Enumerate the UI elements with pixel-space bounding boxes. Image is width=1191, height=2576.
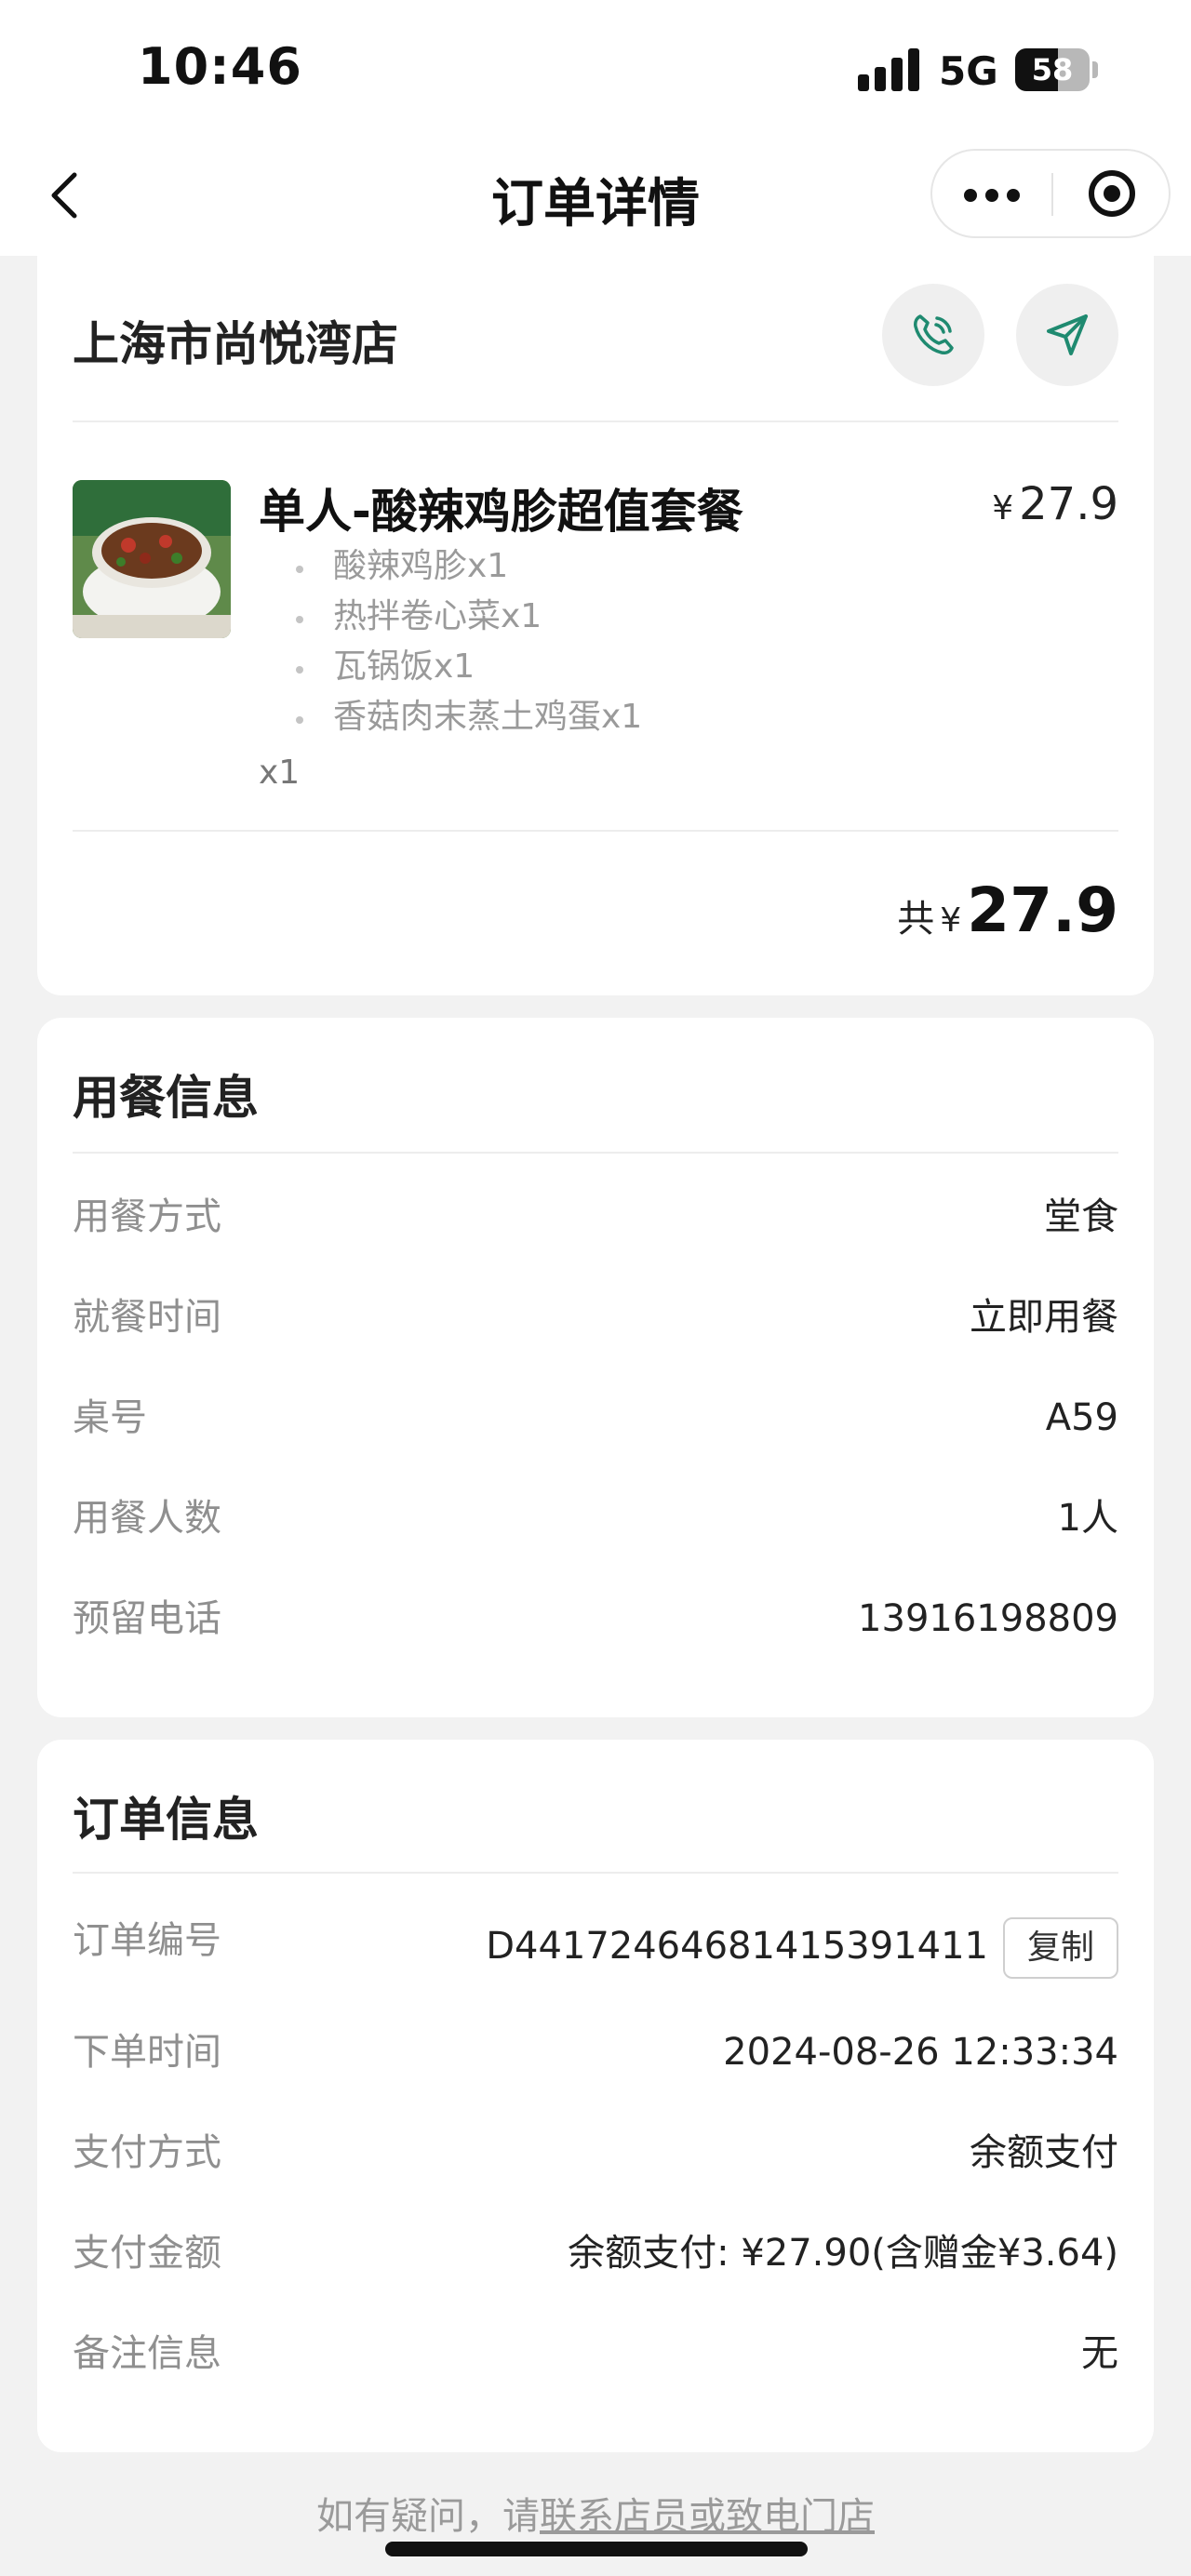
battery-text: 58 — [1031, 52, 1074, 87]
section-title: 用餐信息 — [73, 1071, 259, 1125]
row-label: 备注信息 — [73, 2332, 221, 2375]
row-label: 用餐方式 — [73, 1195, 221, 1238]
info-row-dining-mode: 用餐方式 堂食 — [73, 1189, 1118, 1245]
section-title: 订单信息 — [73, 1793, 259, 1847]
row-value: D44172464681415391411 复制 — [486, 1913, 1118, 1980]
order-total: 共 ¥27.9 — [897, 874, 1118, 949]
row-label: 支付金额 — [73, 2232, 221, 2275]
battery-cap — [1092, 61, 1098, 78]
row-label: 预留电话 — [73, 1597, 221, 1640]
row-label: 桌号 — [73, 1396, 147, 1439]
row-label: 支付方式 — [73, 2131, 221, 2174]
navigation-arrow-icon — [1047, 314, 1088, 355]
list-item: 热拌卷心菜x1 — [259, 592, 642, 642]
row-label: 下单时间 — [73, 2031, 221, 2074]
status-bar: 10:46 5G 58 — [0, 0, 1191, 140]
info-row-phone: 预留电话 13916198809 — [73, 1591, 1118, 1647]
row-value: 无 — [1081, 2332, 1118, 2375]
target-icon — [1089, 170, 1135, 217]
row-label: 就餐时间 — [73, 1296, 221, 1339]
list-item: 酸辣鸡胗x1 — [259, 541, 642, 592]
order-number: D44172464681415391411 — [486, 1925, 988, 1968]
more-button[interactable] — [932, 151, 1051, 236]
network-type: 5G — [939, 48, 998, 94]
close-mini-program-button[interactable] — [1053, 151, 1171, 236]
info-row-payment-amount: 支付金额 余额支付: ¥27.90(含赠金¥3.64) — [73, 2225, 1118, 2281]
info-row-order-time: 下单时间 2024-08-26 12:33:34 — [73, 2024, 1118, 2080]
row-value: 余额支付 — [970, 2131, 1118, 2174]
signal-icon — [858, 48, 921, 91]
home-indicator[interactable] — [385, 2542, 808, 2556]
store-name: 上海市尚悦湾店 — [73, 317, 398, 371]
contact-store-link[interactable]: 联系店员或致电门店 — [540, 2495, 875, 2538]
info-row-dining-time: 就餐时间 立即用餐 — [73, 1289, 1118, 1345]
info-row-remarks: 备注信息 无 — [73, 2326, 1118, 2382]
row-value: 余额支付: ¥27.90(含赠金¥3.64) — [568, 2232, 1118, 2275]
copy-button[interactable]: 复制 — [1002, 1917, 1118, 1979]
divider — [73, 1872, 1118, 1874]
help-note: 如有疑问，请联系店员或致电门店 — [0, 2486, 1191, 2540]
dish-name: 单人-酸辣鸡胗超值套餐 — [259, 485, 743, 539]
store-card: 上海市尚悦湾店 单人-酸辣鸡胗超值套餐 ¥27.9 酸辣鸡胗x1 热拌卷心菜x1… — [37, 244, 1154, 995]
battery-icon: 58 — [1015, 48, 1090, 91]
total-amount: 27.9 — [967, 874, 1118, 946]
total-label: 共 — [897, 898, 935, 941]
row-value: 立即用餐 — [970, 1296, 1118, 1339]
info-row-order-number: 订单编号 D44172464681415391411 复制 — [73, 1913, 1118, 1980]
info-row-party-size: 用餐人数 1人 — [73, 1490, 1118, 1546]
nav-bar: 订单详情 — [0, 140, 1191, 256]
dining-info-card: 用餐信息 用餐方式 堂食 就餐时间 立即用餐 桌号 A59 用餐人数 1人 预留… — [37, 1018, 1154, 1717]
mini-program-capsule — [930, 149, 1171, 238]
info-row-payment-method: 支付方式 余额支付 — [73, 2125, 1118, 2181]
row-value: A59 — [1045, 1396, 1118, 1439]
row-label: 用餐人数 — [73, 1497, 221, 1540]
divider — [73, 420, 1118, 422]
status-time: 10:46 — [138, 37, 302, 96]
list-item: 瓦锅饭x1 — [259, 642, 642, 692]
divider — [73, 830, 1118, 832]
info-row-table-number: 桌号 A59 — [73, 1390, 1118, 1446]
row-value: 2024-08-26 12:33:34 — [723, 2031, 1118, 2074]
phone-icon — [914, 314, 954, 354]
row-value: 堂食 — [1044, 1195, 1118, 1238]
navigate-button[interactable] — [1016, 284, 1118, 386]
currency-symbol: ¥ — [992, 489, 1014, 527]
dish-image — [73, 480, 231, 638]
currency-symbol: ¥ — [940, 901, 962, 940]
call-store-button[interactable] — [882, 284, 984, 386]
price-value: 27.9 — [1019, 478, 1118, 530]
combo-sub-items: 酸辣鸡胗x1 热拌卷心菜x1 瓦锅饭x1 香菇肉末蒸土鸡蛋x1 — [259, 541, 642, 742]
row-value: 1人 — [1057, 1497, 1118, 1540]
dish-quantity: x1 — [259, 754, 301, 792]
list-item: 香菇肉末蒸土鸡蛋x1 — [259, 692, 642, 742]
dish-price: ¥27.9 — [992, 478, 1118, 530]
order-info-card: 订单信息 订单编号 D44172464681415391411 复制 下单时间 2… — [37, 1740, 1154, 2452]
row-label: 订单编号 — [73, 1919, 221, 1962]
divider — [73, 1152, 1118, 1154]
row-value: 13916198809 — [858, 1597, 1118, 1640]
help-note-prefix: 如有疑问，请 — [316, 2495, 540, 2538]
